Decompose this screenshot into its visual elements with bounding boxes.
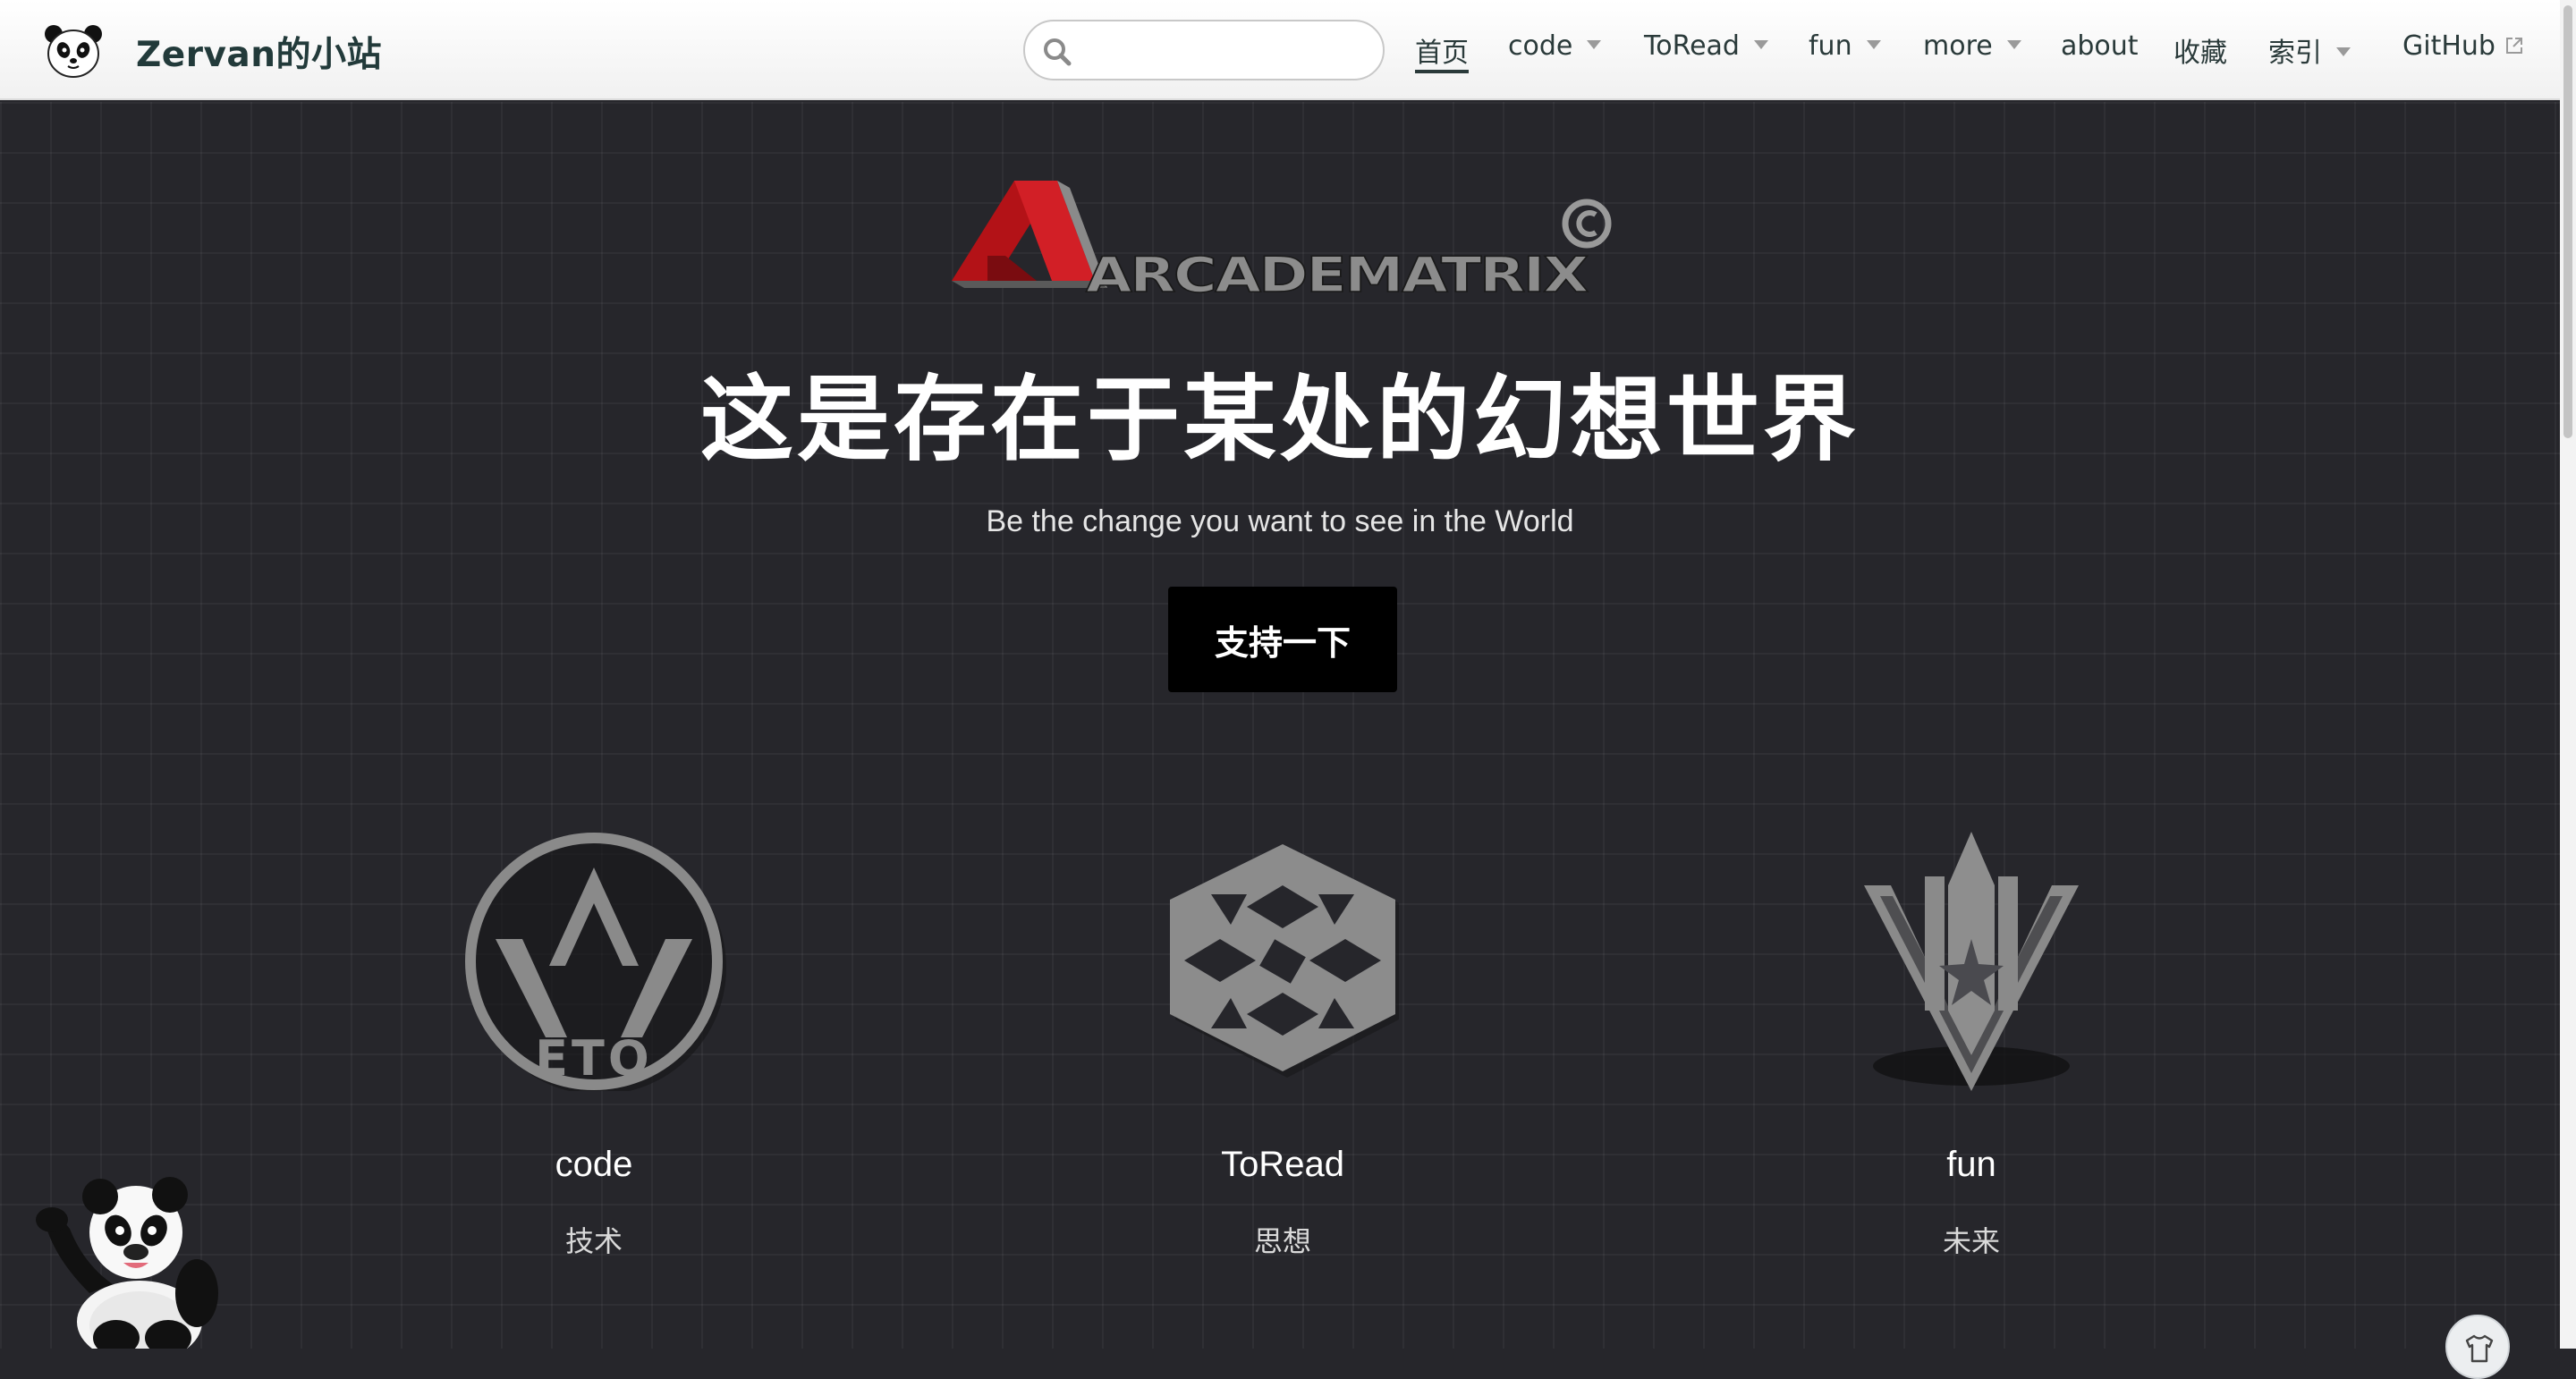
- hero-section: ARCADEMATRIX 这是存在于某处的幻想世界 Be the change …: [0, 102, 2560, 1379]
- nav-fun[interactable]: fun: [1809, 30, 1881, 70]
- nav-label: ToRead: [1644, 30, 1740, 62]
- nav-github[interactable]: GitHub: [2402, 30, 2524, 70]
- panda-mascot[interactable]: [27, 1159, 242, 1349]
- feature-toread[interactable]: ToRead 思想: [1104, 832, 1462, 1260]
- caret-down-icon: [1753, 39, 1768, 49]
- brand-wordmark: ARCADEMATRIX: [1086, 247, 1589, 303]
- feature-desc: 未来: [1942, 1224, 2000, 1258]
- tshirt-icon: [2465, 1334, 2494, 1363]
- nav-label: 索引: [2268, 38, 2322, 69]
- top-navbar: Zervan的小站 首页 code ToRead fun more about 收藏 索引 Gi…: [0, 0, 2560, 100]
- feature-fun[interactable]: fun 未来: [1792, 832, 2150, 1260]
- eto-circle-icon: ETO: [465, 833, 726, 1091]
- support-button[interactable]: 支持一下: [1168, 587, 1397, 692]
- search-box[interactable]: [1023, 20, 1385, 80]
- nav-toread[interactable]: ToRead: [1644, 30, 1768, 70]
- caret-down-icon: [1587, 39, 1602, 49]
- feature-title: fun: [1946, 1145, 1996, 1184]
- nav-index[interactable]: 索引: [2268, 30, 2351, 70]
- search-input[interactable]: [1082, 29, 1368, 72]
- feature-code[interactable]: ETO code 技术: [415, 832, 773, 1260]
- nav-label: more: [1923, 30, 1993, 62]
- nav-home[interactable]: 首页: [1415, 30, 1469, 73]
- search-icon: [1044, 38, 1072, 66]
- panda-logo-icon[interactable]: [43, 23, 104, 79]
- hero-subtitle: Be the change you want to see in the Wor…: [986, 504, 1574, 538]
- feature-title: code: [555, 1145, 633, 1184]
- nav-more[interactable]: more: [1923, 30, 2021, 70]
- caret-down-icon: [2006, 39, 2021, 49]
- hero-title: 这是存在于某处的幻想世界: [699, 365, 1860, 474]
- feature-desc: 技术: [564, 1224, 623, 1258]
- feature-desc: 思想: [1253, 1224, 1311, 1258]
- caret-down-icon: [1866, 39, 1881, 49]
- hexagon-knot-icon: [1170, 844, 1399, 1078]
- external-link-icon: [2505, 37, 2522, 54]
- caret-down-icon: [2336, 47, 2351, 56]
- scrollbar-thumb[interactable]: [2563, 5, 2572, 438]
- nav-label: about: [2061, 30, 2139, 62]
- nav-label: GitHub: [2402, 30, 2496, 62]
- svg-text:ETO: ETO: [535, 1030, 653, 1087]
- nav-label: fun: [1809, 30, 1852, 62]
- nav-code[interactable]: code: [1508, 30, 1602, 70]
- nav-about[interactable]: about: [2061, 30, 2139, 70]
- page-scrollbar[interactable]: [2560, 0, 2576, 1349]
- nav-label: 首页: [1415, 38, 1469, 69]
- theme-toggle-button[interactable]: [2445, 1315, 2510, 1379]
- nav-favorites[interactable]: 收藏: [2174, 30, 2227, 70]
- feature-title: ToRead: [1221, 1145, 1344, 1184]
- nav-label: code: [1508, 30, 1573, 62]
- nav-label: 收藏: [2174, 38, 2227, 69]
- site-title[interactable]: Zervan的小站: [136, 27, 382, 77]
- arcadematrix-logo: ARCADEMATRIX: [952, 181, 1612, 304]
- shield-emblem-icon: [1864, 832, 2079, 1091]
